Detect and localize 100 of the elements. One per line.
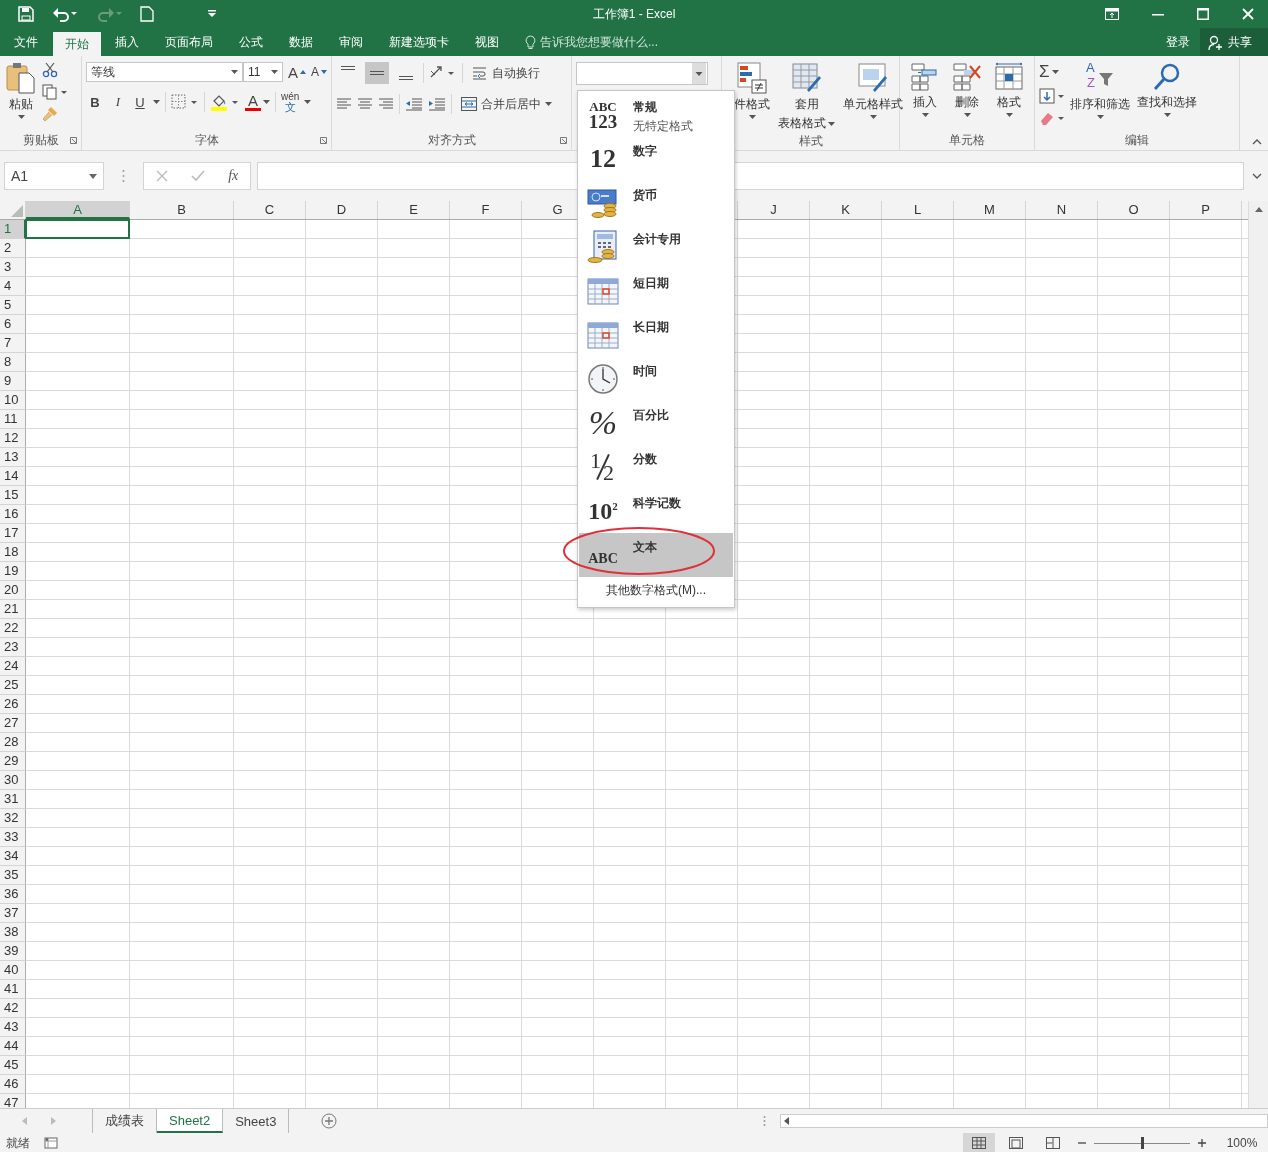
shrink-font-button[interactable]: A xyxy=(311,65,328,79)
row-header[interactable]: 21 xyxy=(0,600,26,619)
grow-font-button[interactable]: A xyxy=(288,63,306,81)
row-header[interactable]: 24 xyxy=(0,657,26,676)
menu-item[interactable]: 12 分数 xyxy=(579,445,733,489)
caret-icon[interactable] xyxy=(153,100,160,104)
active-cell[interactable] xyxy=(25,219,130,239)
font-color-button[interactable]: A xyxy=(245,93,270,111)
maximize-icon[interactable] xyxy=(1197,8,1209,20)
dialog-launcher-icon[interactable] xyxy=(560,137,567,144)
save-icon[interactable] xyxy=(18,6,34,22)
add-sheet-icon[interactable] xyxy=(321,1113,338,1129)
italic-button[interactable]: I xyxy=(109,94,127,110)
tell-me-field[interactable]: 告诉我您想要做什么... xyxy=(540,35,700,49)
row-header[interactable]: 4 xyxy=(0,277,26,296)
zoom-in-icon[interactable] xyxy=(1198,1139,1206,1147)
vertical-scrollbar[interactable] xyxy=(1248,201,1268,1108)
row-header[interactable]: 20 xyxy=(0,581,26,600)
menu-item[interactable]: 会计专用 xyxy=(579,225,733,269)
column-header[interactable]: B xyxy=(130,201,234,219)
dialog-launcher-icon[interactable] xyxy=(70,137,77,144)
ribbon-tab[interactable]: 视图 xyxy=(463,28,511,56)
sort-filter-button[interactable]: A Z 排序和筛选 xyxy=(1068,62,1132,119)
row-header[interactable]: 13 xyxy=(0,448,26,467)
cell-styles-button[interactable]: 单元格样式 xyxy=(841,62,905,119)
row-header[interactable]: 8 xyxy=(0,353,26,372)
menu-item[interactable]: 12 数字 xyxy=(579,137,733,181)
increase-indent-icon[interactable] xyxy=(428,97,446,111)
autosum-button[interactable]: Σ xyxy=(1039,62,1065,82)
row-header[interactable]: 29 xyxy=(0,752,26,771)
sheet-tab[interactable]: Sheet2 xyxy=(157,1109,224,1133)
menu-item[interactable]: % 百分比 xyxy=(579,401,733,445)
row-header[interactable]: 42 xyxy=(0,999,26,1018)
check-icon[interactable] xyxy=(190,170,205,182)
merge-center-button[interactable]: 合并后居中 xyxy=(461,95,552,113)
zoom-out-icon[interactable] xyxy=(1078,1139,1086,1147)
bold-button[interactable]: B xyxy=(86,94,104,110)
row-header[interactable]: 7 xyxy=(0,334,26,353)
more-number-formats-link[interactable]: 其他数字格式(M)... xyxy=(579,577,733,605)
copy-icon[interactable] xyxy=(42,84,68,100)
row-header[interactable]: 36 xyxy=(0,885,26,904)
insert-function-button[interactable]: fx xyxy=(228,168,239,184)
column-header[interactable]: A xyxy=(26,201,130,219)
undo-icon[interactable] xyxy=(52,6,78,22)
row-header[interactable]: 41 xyxy=(0,980,26,999)
row-header[interactable]: 26 xyxy=(0,695,26,714)
column-header[interactable]: C xyxy=(234,201,306,219)
phonetic-guide-button[interactable]: wén 文 xyxy=(281,92,300,112)
row-header[interactable]: 39 xyxy=(0,942,26,961)
close-icon[interactable] xyxy=(1242,8,1254,20)
row-header[interactable]: 6 xyxy=(0,315,26,334)
column-header[interactable]: L xyxy=(882,201,954,219)
ribbon-tab[interactable]: 新建选项卡 xyxy=(377,28,461,56)
column-header[interactable]: M xyxy=(954,201,1026,219)
customize-caret-icon[interactable] xyxy=(208,10,216,18)
conditional-formatting-button[interactable]: 件格式 xyxy=(732,62,772,119)
row-header[interactable]: 3 xyxy=(0,258,26,277)
row-header[interactable]: 47 xyxy=(0,1094,26,1108)
row-header[interactable]: 37 xyxy=(0,904,26,923)
vertical-align-button[interactable] xyxy=(365,62,389,84)
ribbon-tab[interactable]: 开始 xyxy=(53,32,101,56)
row-header[interactable]: 38 xyxy=(0,923,26,942)
row-header[interactable]: 15 xyxy=(0,486,26,505)
expand-caret-icon[interactable] xyxy=(1252,173,1262,179)
delete-cells-button[interactable]: 删除 xyxy=(950,62,984,117)
collapse-ribbon-icon[interactable] xyxy=(1252,139,1262,145)
normal-view-button[interactable] xyxy=(963,1133,995,1152)
decrease-indent-icon[interactable] xyxy=(405,97,423,111)
menu-item[interactable]: 长日期 xyxy=(579,313,733,357)
row-header[interactable]: 19 xyxy=(0,562,26,581)
row-header[interactable]: 27 xyxy=(0,714,26,733)
menu-item[interactable]: 10$^{2}$ 科学记数 xyxy=(579,489,733,533)
share-button[interactable]: 共享 xyxy=(1200,28,1268,56)
sign-in-link[interactable]: 登录 xyxy=(1166,33,1190,51)
dialog-launcher-icon[interactable] xyxy=(320,137,327,144)
row-header[interactable]: 10 xyxy=(0,391,26,410)
new-document-icon[interactable] xyxy=(140,6,154,22)
ribbon-tab[interactable]: 插入 xyxy=(103,28,151,56)
row-header[interactable]: 46 xyxy=(0,1075,26,1094)
column-header[interactable]: F xyxy=(450,201,522,219)
row-header[interactable]: 14 xyxy=(0,467,26,486)
row-header[interactable]: 40 xyxy=(0,961,26,980)
column-header[interactable]: N xyxy=(1026,201,1098,219)
wrap-text-button[interactable]: 自动换行 xyxy=(472,64,540,82)
row-header[interactable]: 31 xyxy=(0,790,26,809)
menu-item[interactable]: ABC 123 常规 无特定格式 xyxy=(579,93,733,137)
ribbon-tab[interactable]: 数据 xyxy=(277,28,325,56)
number-format-field[interactable] xyxy=(576,62,708,85)
row-header[interactable]: 28 xyxy=(0,733,26,752)
left-arrow-icon[interactable] xyxy=(784,1117,789,1125)
row-header[interactable]: 18 xyxy=(0,543,26,562)
column-header[interactable]: P xyxy=(1170,201,1242,219)
name-box[interactable]: A1 xyxy=(4,162,104,190)
column-header[interactable]: J xyxy=(738,201,810,219)
row-header[interactable]: 9 xyxy=(0,372,26,391)
ribbon-display-icon[interactable] xyxy=(1105,8,1119,20)
row-header[interactable]: 32 xyxy=(0,809,26,828)
ribbon-tab[interactable]: 页面布局 xyxy=(153,28,225,56)
column-header[interactable]: D xyxy=(306,201,378,219)
row-header[interactable]: 25 xyxy=(0,676,26,695)
